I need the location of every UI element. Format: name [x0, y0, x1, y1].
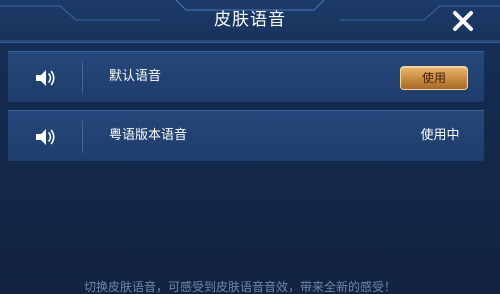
speaker-icon[interactable] — [30, 123, 58, 151]
row-divider — [82, 121, 83, 153]
voice-row-default[interactable]: 默认语音 使用 — [8, 51, 484, 103]
use-button[interactable]: 使用 — [400, 66, 468, 90]
footer-hint: 切换皮肤语音，可感受到皮肤语音音效，带来全新的感受！ — [84, 280, 397, 294]
voice-row-cantonese[interactable]: 粤语版本语音 使用中 — [8, 110, 484, 162]
voice-label: 默认语音 — [109, 69, 162, 84]
dialog-header: 皮肤语音 — [0, 0, 500, 43]
row-divider — [82, 62, 83, 94]
speaker-icon[interactable] — [30, 64, 58, 92]
skin-voice-dialog: 皮肤语音 默认语音 使用 粤语版本语音 使用中 切换皮肤语音，可感受到皮肤语音音… — [0, 0, 500, 294]
dialog-title: 皮肤语音 — [214, 10, 286, 30]
in-use-status: 使用中 — [420, 128, 460, 143]
voice-label: 粤语版本语音 — [109, 128, 188, 143]
close-button[interactable] — [444, 4, 480, 38]
close-icon — [453, 11, 473, 31]
